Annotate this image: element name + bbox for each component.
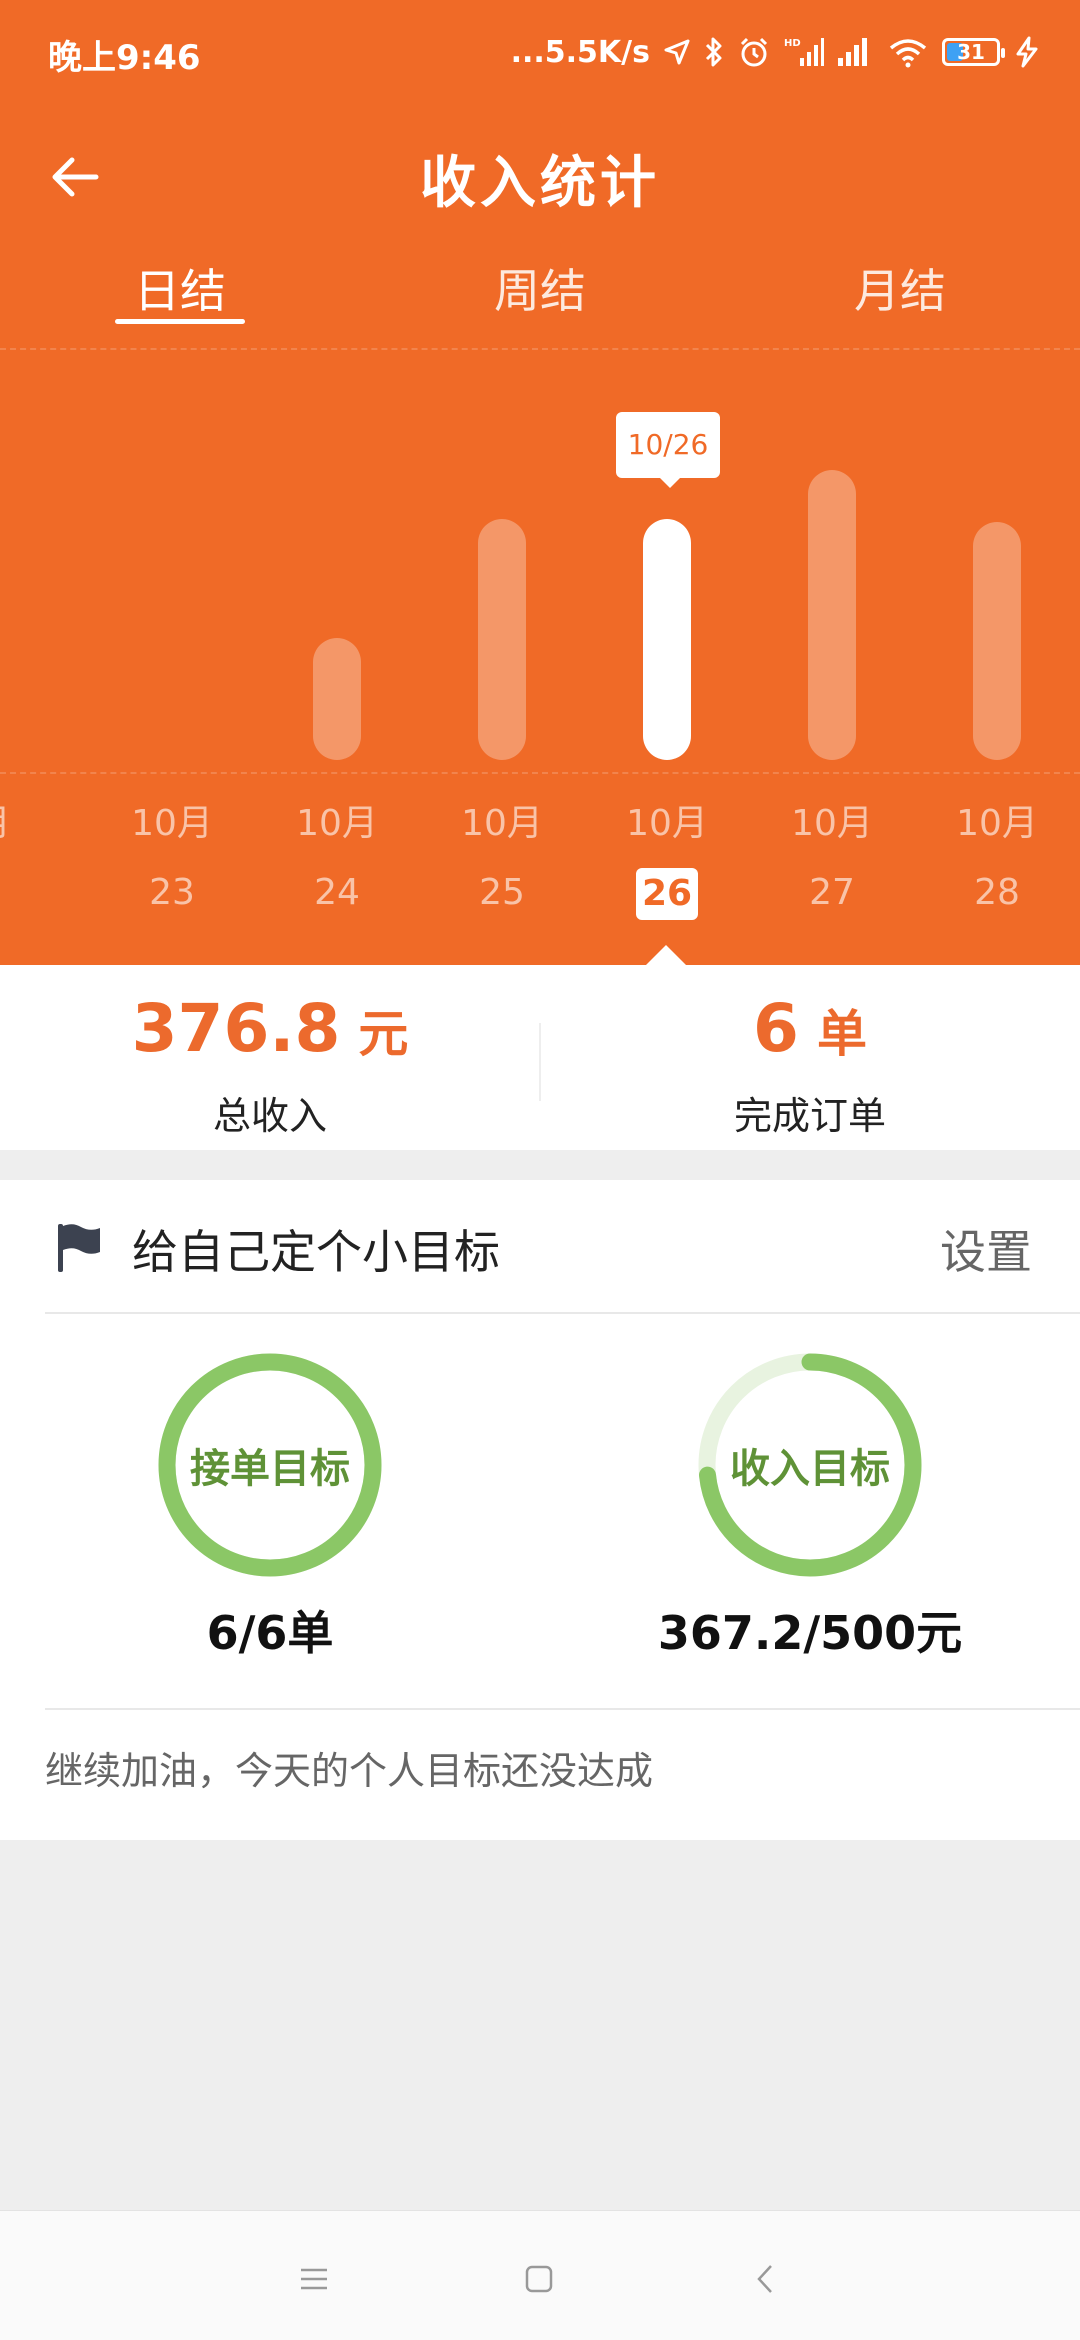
bluetooth-icon bbox=[704, 36, 724, 68]
chart-x-label-22[interactable]: 0月22 bbox=[0, 800, 72, 918]
battery-level: 31 bbox=[957, 40, 985, 64]
income-header: 晚上9:46 ...5.5K/s HD 31 收入统计 日结 周结 月结 10/… bbox=[0, 0, 1080, 965]
chart-x-label-24[interactable]: 10月 24 bbox=[277, 800, 397, 918]
income-goal-ring: 收入目标 bbox=[695, 1350, 925, 1580]
chart-x-label-month: 10月 bbox=[461, 803, 543, 844]
chart-x-label-month: 10月 bbox=[296, 803, 378, 844]
order-goal-label: 接单目标 bbox=[190, 1446, 350, 1492]
order-goal: 接单目标 6/6单 bbox=[0, 1350, 540, 1660]
chart-x-label-month: 0月 bbox=[0, 800, 72, 848]
chart-bar-28[interactable] bbox=[973, 522, 1021, 760]
chart-x-label-23[interactable]: 10月 23 bbox=[112, 800, 232, 918]
income-summary: 376.8 元 总收入 6单 完成订单 bbox=[0, 965, 1080, 1150]
order-goal-progress: 6/6单 bbox=[206, 1606, 334, 1660]
order-goal-ring: 接单目标 bbox=[155, 1350, 385, 1580]
chart-x-label-27[interactable]: 10月 27 bbox=[772, 800, 892, 918]
page-title: 收入统计 bbox=[420, 151, 660, 216]
chart-x-label-day: 28 bbox=[974, 872, 1020, 913]
encouragement-text: 继续加油，今天的个人目标还没达成 bbox=[45, 1749, 654, 1793]
chart-x-label-28[interactable]: 10月 28 bbox=[937, 800, 1057, 918]
goal-card: 给自己定个小目标 设置 接单目标 6/6单 收入目标 367.2/500元 继续… bbox=[0, 1180, 1080, 1840]
goal-settings-button[interactable]: 设置 bbox=[940, 1216, 1032, 1282]
income-goal: 收入目标 367.2/500元 bbox=[540, 1350, 1080, 1660]
system-nav-bar bbox=[0, 2210, 1080, 2340]
tab-active-indicator bbox=[115, 319, 245, 324]
selected-bar-tooltip: 10/26 bbox=[616, 412, 720, 488]
signal-icon bbox=[838, 36, 874, 68]
chart-x-label-month: 10月 bbox=[791, 803, 873, 844]
orders-count: 6 bbox=[753, 990, 799, 1067]
chart-x-label-day: 26 bbox=[635, 868, 699, 920]
network-speed: ...5.5K/s bbox=[510, 34, 650, 70]
completed-orders-value: 6单 bbox=[540, 990, 1080, 1067]
status-bar: 晚上9:46 ...5.5K/s HD 31 bbox=[0, 0, 1080, 100]
total-income: 376.8 元 总收入 bbox=[0, 965, 540, 1140]
svg-text:HD: HD bbox=[784, 38, 801, 49]
tab-daily[interactable]: 日结 bbox=[80, 255, 280, 321]
wifi-icon bbox=[888, 36, 928, 68]
income-goal-progress: 367.2/500元 bbox=[657, 1606, 963, 1660]
chart-x-label-month: 10月 bbox=[956, 803, 1038, 844]
income-goal-label: 收入目标 bbox=[730, 1446, 890, 1492]
goal-title: 给自己定个小目标 bbox=[132, 1225, 500, 1279]
status-icons: ...5.5K/s HD 31 bbox=[511, 30, 1040, 74]
period-tabs: 日结 周结 月结 bbox=[0, 255, 1080, 345]
menu-icon[interactable] bbox=[289, 2259, 339, 2299]
goal-header: 给自己定个小目标 设置 bbox=[0, 1180, 1080, 1312]
chart-top-gridline bbox=[0, 348, 1080, 350]
chart-bar-27[interactable] bbox=[808, 469, 856, 760]
income-amount: 376.8 bbox=[131, 990, 341, 1067]
chart-x-label-day: 23 bbox=[149, 872, 195, 913]
chart-x-label-month: 10月 bbox=[626, 803, 708, 844]
chart-x-label-day: 24 bbox=[314, 872, 360, 913]
chart-bar-26[interactable] bbox=[643, 519, 691, 760]
goal-divider-top bbox=[45, 1312, 1080, 1314]
chart-baseline bbox=[0, 772, 1080, 774]
top-bar: 收入统计 bbox=[0, 120, 1080, 230]
income-unit: 元 bbox=[358, 1005, 409, 1063]
charging-icon bbox=[1014, 36, 1040, 68]
status-time: 晚上9:46 bbox=[48, 38, 201, 78]
goal-divider-bottom bbox=[45, 1708, 1080, 1710]
alarm-icon bbox=[738, 36, 770, 68]
flag-icon bbox=[55, 1222, 103, 1278]
home-icon[interactable] bbox=[514, 2259, 564, 2299]
location-icon bbox=[664, 39, 690, 65]
total-income-value: 376.8 元 bbox=[0, 990, 540, 1067]
tab-weekly[interactable]: 周结 bbox=[440, 255, 640, 321]
hd-signal-icon: HD bbox=[784, 36, 824, 68]
back-icon[interactable] bbox=[740, 2259, 790, 2299]
completed-orders-label: 完成订单 bbox=[733, 1094, 886, 1138]
chart-x-label-day: 25 bbox=[479, 872, 525, 913]
tab-monthly[interactable]: 月结 bbox=[800, 255, 1000, 321]
chart-x-label-month: 10月 bbox=[131, 803, 213, 844]
chart-x-label-26[interactable]: 10月 26 bbox=[607, 800, 727, 920]
chart-bar-24[interactable] bbox=[313, 637, 361, 760]
battery-icon: 31 bbox=[942, 38, 1005, 66]
chart-x-label-25[interactable]: 10月 25 bbox=[442, 800, 562, 918]
orders-unit: 单 bbox=[816, 1005, 867, 1063]
completed-orders: 6单 完成订单 bbox=[540, 965, 1080, 1140]
total-income-label: 总收入 bbox=[212, 1094, 327, 1138]
chart-bar-25[interactable] bbox=[478, 519, 526, 760]
selection-pointer bbox=[646, 945, 686, 965]
chart-x-label-day: 27 bbox=[809, 872, 855, 913]
